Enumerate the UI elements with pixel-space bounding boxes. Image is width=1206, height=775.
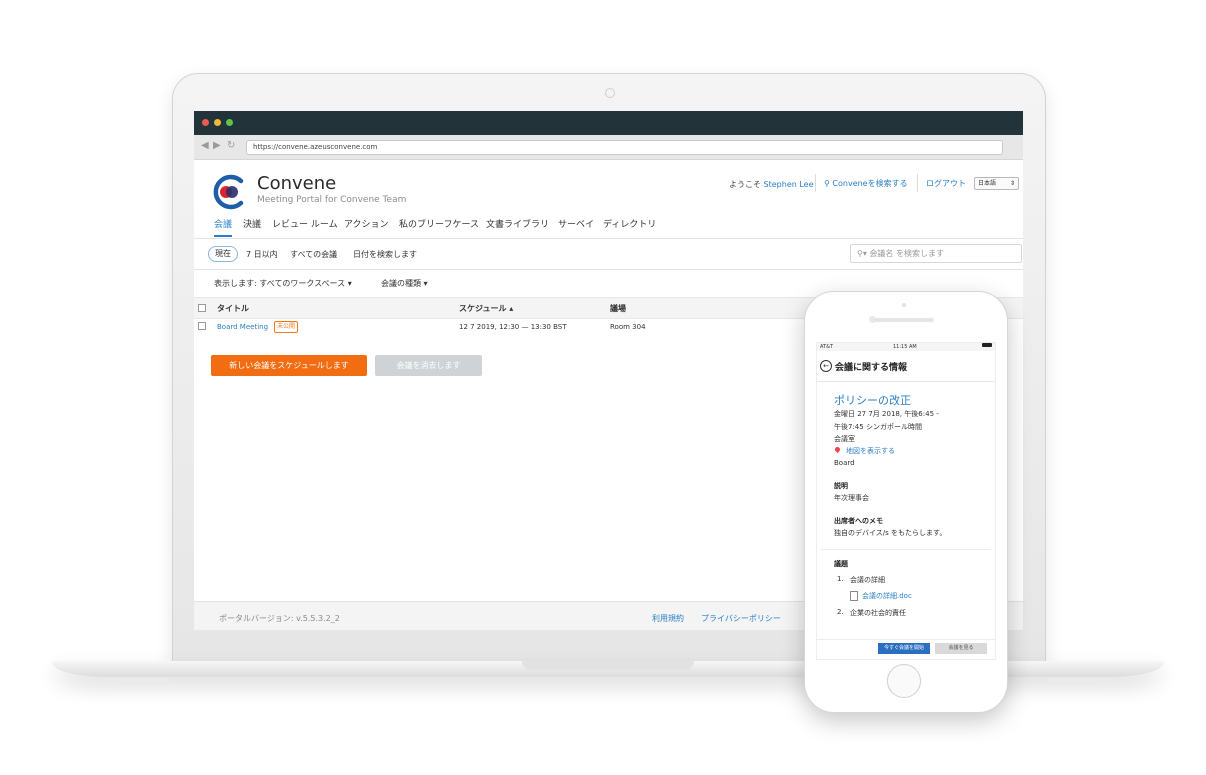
tab-briefcase[interactable]: 私のブリーフケース (399, 217, 479, 230)
event-datetime-line2: 午後7:45 シンガポール時間 (834, 423, 922, 431)
map-pin-icon (833, 445, 842, 454)
phone-header: ← 会議に関する情報 (817, 351, 995, 382)
subtabs-divider (194, 269, 1023, 270)
welcome-prefix: ようこそ (729, 180, 761, 189)
tab-resolutions[interactable]: 決議 (243, 217, 261, 230)
laptop-notch (522, 661, 694, 670)
description-label: 説明 (834, 482, 848, 490)
phone-screen: AT&T 11:15 AM ← 会議に関する情報 ポリシーの改正 金曜日 27 … (816, 342, 996, 660)
laptop-camera (605, 88, 615, 98)
phone-status-bar: AT&T 11:15 AM (817, 343, 995, 351)
welcome-text: ようこそ Stephen Lee (729, 179, 814, 190)
column-schedule-label: スケジュール (459, 304, 507, 313)
brand-subtitle: Meeting Portal for Convene Team (257, 195, 407, 205)
battery-icon (982, 343, 992, 347)
tab-actions[interactable]: アクション (344, 217, 389, 230)
address-bar: ◀ ▶ ↻ https://convene.azeusconvene.com (194, 135, 1023, 160)
tab-directory[interactable]: ディレクトリ (603, 217, 656, 230)
tab-review-room[interactable]: レビュー ルーム (272, 217, 338, 230)
unpublished-badge: 未公開 (274, 321, 299, 333)
search-convene-label: Conveneを検索する (832, 179, 908, 188)
tab-survey[interactable]: サーベイ (558, 217, 594, 230)
workspace-filter[interactable]: 表示します: すべてのワークスペース ▾ (214, 278, 352, 289)
agenda-item-number: 1. (837, 575, 844, 583)
meeting-type-filter[interactable]: 会議の種類 ▾ (381, 278, 428, 289)
agenda-file-link[interactable]: 会議の詳細.doc (862, 591, 912, 601)
event-datetime-line1: 金曜日 27 7月 2018, 午後6:45 - (834, 410, 939, 418)
column-title[interactable]: タイトル (217, 303, 249, 314)
language-value: 日本語 (978, 180, 997, 187)
window-titlebar (194, 111, 1023, 135)
search-convene-link[interactable]: ⚲ Conveneを検索する (824, 178, 908, 189)
row-checkbox[interactable] (198, 322, 206, 330)
language-select[interactable]: 日本語 ⇕ (974, 177, 1019, 190)
back-arrow-icon[interactable]: ← (820, 360, 832, 372)
subtab-current[interactable]: 現在 (208, 246, 238, 262)
maximize-window-button[interactable] (226, 119, 233, 126)
reload-icon[interactable]: ↻ (227, 140, 235, 151)
delete-meeting-button[interactable]: 会議を消去します (375, 355, 482, 376)
privacy-link[interactable]: プライバシーポリシー (701, 613, 781, 624)
back-arrow-icon[interactable]: ◀ (201, 140, 209, 151)
url-field[interactable]: https://convene.azeusconvene.com (246, 140, 1003, 155)
memo-label: 出席者へのメモ (834, 517, 883, 525)
logout-link[interactable]: ログアウト (926, 178, 966, 189)
meeting-type-label: 会議の種類 (381, 279, 421, 288)
event-board: Board (834, 459, 855, 467)
meeting-schedule: 12 7 2019, 12:30 — 13:30 BST (459, 323, 567, 331)
search-icon: ⚲ (824, 179, 830, 188)
phone-sensor (902, 303, 906, 307)
status-time: 11:15 AM (893, 344, 917, 350)
description-value: 年次理事会 (834, 494, 869, 502)
select-all-checkbox[interactable] (198, 304, 206, 312)
agenda-item-title: 企業の社会的責任 (850, 609, 906, 617)
phone-header-title: 会議に関する情報 (835, 363, 908, 373)
document-icon (850, 591, 858, 601)
subtab-search-by-date[interactable]: 日付を検索します (353, 249, 417, 260)
view-meeting-button[interactable]: 会議を見る (935, 643, 987, 654)
carrier: AT&T (820, 344, 834, 350)
schedule-meeting-button[interactable]: 新しい会議をスケジュールします (211, 355, 367, 376)
sort-asc-icon: ▴ (509, 304, 514, 313)
agenda-label: 議題 (834, 560, 848, 568)
search-icon: ⚲▾ (857, 249, 867, 258)
start-meeting-button[interactable]: 今すぐ会議を開始 (878, 643, 930, 654)
tabs-divider (194, 238, 1023, 239)
brand-name: Convene (257, 173, 337, 194)
forward-arrow-icon[interactable]: ▶ (213, 140, 221, 151)
user-name-link[interactable]: Stephen Lee (764, 180, 814, 189)
section-divider (821, 549, 991, 550)
close-window-button[interactable] (202, 119, 209, 126)
column-schedule[interactable]: スケジュール ▴ (459, 303, 513, 314)
header-divider (917, 174, 918, 192)
column-venue[interactable]: 議場 (610, 303, 626, 314)
search-placeholder: 会議名 を検索します (869, 249, 944, 258)
event-room-label: 会議室 (834, 435, 855, 443)
caret-down-icon: ▾ (423, 279, 428, 288)
tab-document-library[interactable]: 文書ライブラリ (486, 217, 549, 230)
header-divider (815, 174, 816, 192)
event-title: ポリシーの改正 (834, 394, 911, 407)
phone-action-bar: 今すぐ会議を開始 会議を見る (817, 639, 995, 659)
phone-speaker (874, 318, 934, 322)
caret-down-icon: ▾ (347, 279, 352, 288)
subtab-7-days[interactable]: 7 日以内 (246, 249, 278, 260)
agenda-item-number: 2. (837, 608, 844, 616)
tab-meetings[interactable]: 会議 (214, 217, 233, 237)
minimize-window-button[interactable] (214, 119, 221, 126)
meeting-venue: Room 304 (610, 323, 646, 331)
portal-version: ポータルバージョン: v.5.5.3.2_2 (219, 614, 340, 623)
convene-logo-icon (213, 174, 244, 210)
subtab-all-meetings[interactable]: すべての会議 (290, 249, 337, 260)
memo-value: 独自のデバイス/s をもたらします。 (834, 529, 947, 537)
terms-link[interactable]: 利用規約 (652, 613, 684, 624)
show-map-link[interactable]: 地図を表示する (846, 446, 895, 456)
meeting-title-link[interactable]: Board Meeting (217, 323, 268, 331)
updown-icon: ⇕ (1009, 180, 1015, 187)
workspace-filter-label: 表示します: すべてのワークスペース (214, 279, 346, 288)
home-button[interactable] (887, 664, 921, 698)
agenda-item-title: 会議の詳細 (850, 576, 885, 584)
meeting-search-input[interactable]: ⚲▾ 会議名 を検索します (850, 244, 1022, 263)
